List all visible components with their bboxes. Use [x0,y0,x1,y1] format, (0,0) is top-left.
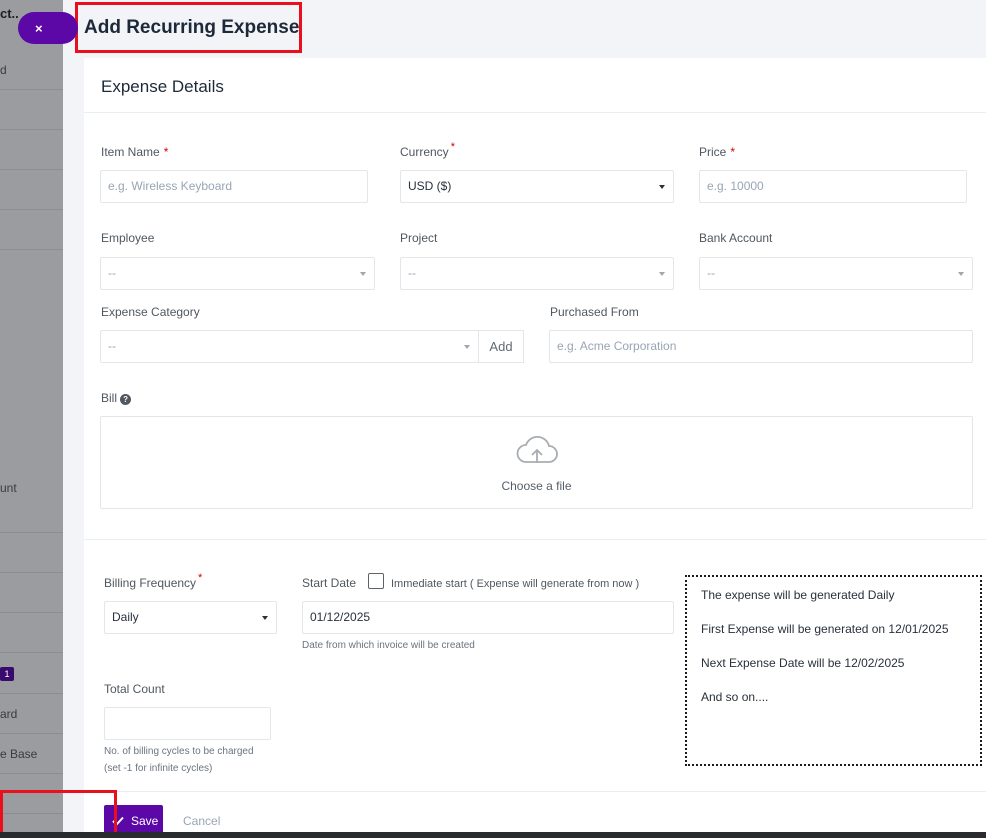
employee-value: -- [108,266,116,280]
background-row [0,533,64,573]
required-mark: * [163,145,169,159]
employee-label: Employee [101,231,155,245]
background-row [0,613,64,653]
expense-details-card: Expense Details Item Name * e.g. Wireless… [84,58,986,837]
background-row [0,654,64,694]
close-icon: × [35,20,43,36]
save-highlight-box [0,790,117,838]
employee-select[interactable]: -- [100,257,375,290]
caret-down-icon [464,345,470,349]
billing-frequency-label: Billing Frequency * [104,572,203,590]
total-count-hint: (set -1 for infinite cycles) [104,763,213,774]
caret-down-icon [659,185,665,189]
background-row [0,170,64,210]
start-date-label: Start Date [302,576,357,590]
caret-down-icon [360,272,366,276]
background-row: d [0,50,64,90]
background-title: ct.. [0,6,19,21]
background-bottom-bar [0,832,986,838]
footer-divider [84,791,986,792]
info-line: Next Expense Date will be 12/02/2025 [701,656,905,670]
currency-value: USD ($) [408,179,452,193]
close-panel-button[interactable]: × [18,12,78,44]
total-count-hint: No. of billing cycles to be charged [104,746,254,757]
info-line: The expense will be generated Daily [701,588,895,602]
price-label: Price * [699,145,736,159]
section-divider [84,539,986,540]
item-name-label: Item Name * [101,145,169,159]
save-label: Save [131,814,159,828]
background-row [0,210,64,250]
cancel-button[interactable]: Cancel [183,814,220,828]
cloud-upload-icon [516,436,558,463]
background-row: e Base [0,734,64,774]
caret-down-icon [958,272,964,276]
add-category-button[interactable]: Add [478,330,524,363]
help-icon[interactable]: ? [120,394,132,405]
immediate-start-checkbox[interactable] [368,573,384,589]
purchased-from-label: Purchased From [550,305,639,319]
billing-frequency-value: Daily [112,610,139,624]
bank-account-label: Bank Account [699,231,773,245]
choose-file-text: Choose a file [501,479,572,493]
bank-account-value: -- [707,266,715,280]
purchased-from-input[interactable]: e.g. Acme Corporation [549,330,973,363]
bill-dropzone[interactable]: Choose a file [100,416,973,509]
background-row [0,90,64,130]
background-app: ct.. d unt 1 ard e Base [0,0,64,838]
start-date-hint: Date from which invoice will be created [302,640,475,651]
item-name-input[interactable]: e.g. Wireless Keyboard [100,170,368,203]
recurring-info-box: The expense will be generated Daily Firs… [685,575,982,766]
caret-down-icon [262,616,268,620]
project-label: Project [400,231,438,245]
bill-label: Bill? [101,391,132,405]
total-count-input[interactable] [104,707,271,740]
title-highlight-box [75,2,302,53]
info-line: And so on.... [701,690,769,704]
background-row: ard [0,694,64,734]
background-row [0,130,64,170]
price-input[interactable]: e.g. 10000 [699,170,967,203]
required-mark: * [450,141,455,153]
currency-select[interactable]: USD ($) [400,170,674,203]
project-select[interactable]: -- [400,257,674,290]
expense-category-value: -- [108,339,116,353]
section-title: Expense Details [84,58,986,113]
background-row [0,493,64,533]
billing-frequency-select[interactable]: Daily [104,601,277,634]
expense-category-label: Expense Category [101,305,200,319]
required-mark: * [730,145,736,159]
recurring-expense-panel: Add Recurring Expense Expense Details It… [63,0,986,837]
start-date-input[interactable]: 01/12/2025 [302,601,674,634]
info-line: First Expense will be generated on 12/01… [701,622,949,636]
bank-account-select[interactable]: -- [699,257,973,290]
background-row [0,573,64,613]
project-value: -- [408,266,416,280]
expense-category-select[interactable]: -- [100,330,479,363]
background-row [0,250,64,290]
required-mark: * [198,572,203,584]
immediate-start-label: Immediate start ( Expense will generate … [391,578,640,590]
total-count-label: Total Count [104,682,165,696]
caret-down-icon [659,272,665,276]
currency-label: Currency * [400,141,455,159]
